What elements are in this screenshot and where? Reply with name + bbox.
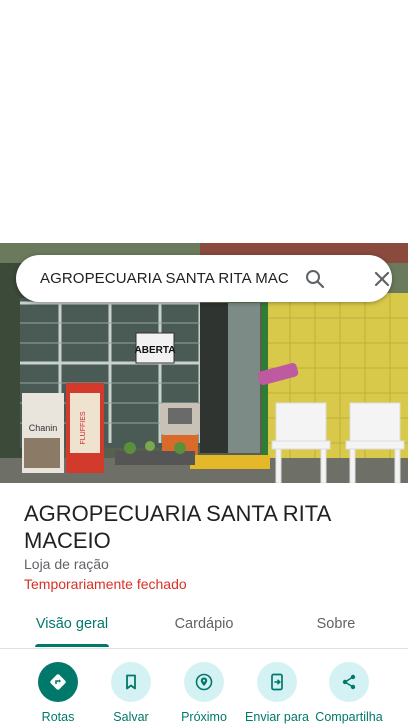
- active-tab-indicator: [35, 644, 109, 647]
- search-bar[interactable]: AGROPECUARIA SANTA RITA MACEI: [16, 255, 392, 302]
- tab-about[interactable]: Sobre: [287, 606, 385, 648]
- close-icon[interactable]: [370, 267, 394, 291]
- share-button[interactable]: Compartilha: [312, 656, 386, 724]
- send-to-phone-button[interactable]: Enviar para: [240, 656, 314, 724]
- tab-bar: Visão geral Cardápio Sobre: [0, 606, 408, 649]
- bag-label: Chanin: [29, 423, 58, 433]
- send-to-phone-label: Enviar para: [245, 710, 309, 724]
- search-input[interactable]: AGROPECUARIA SANTA RITA MACEI: [40, 270, 288, 287]
- nearby-icon: [195, 673, 213, 691]
- tab-overview[interactable]: Visão geral: [23, 606, 121, 648]
- nearby-label: Próximo: [181, 710, 227, 724]
- sign-text: ABERTA: [135, 345, 176, 356]
- share-label: Compartilha: [315, 710, 383, 724]
- save-label: Salvar: [113, 710, 149, 724]
- status-text: Temporariamente fechado: [24, 576, 187, 592]
- search-icon[interactable]: [303, 267, 327, 291]
- bag-label: FLUFFIES: [80, 411, 87, 444]
- directions-button[interactable]: Rotas: [21, 656, 95, 724]
- action-bar: Rotas Salvar Próximo Enviar para Compart…: [0, 656, 408, 726]
- share-icon: [342, 674, 356, 690]
- directions-label: Rotas: [41, 710, 75, 724]
- send-to-phone-icon: [271, 673, 283, 691]
- save-button[interactable]: Salvar: [94, 656, 168, 724]
- place-title: AGROPECUARIA SANTA RITA MACEIO: [24, 501, 331, 553]
- bookmark-icon: [126, 674, 136, 690]
- directions-icon: [50, 674, 66, 690]
- place-category[interactable]: Loja de ração: [24, 556, 109, 572]
- tab-menu[interactable]: Cardápio: [155, 606, 253, 648]
- nearby-button[interactable]: Próximo: [167, 656, 241, 724]
